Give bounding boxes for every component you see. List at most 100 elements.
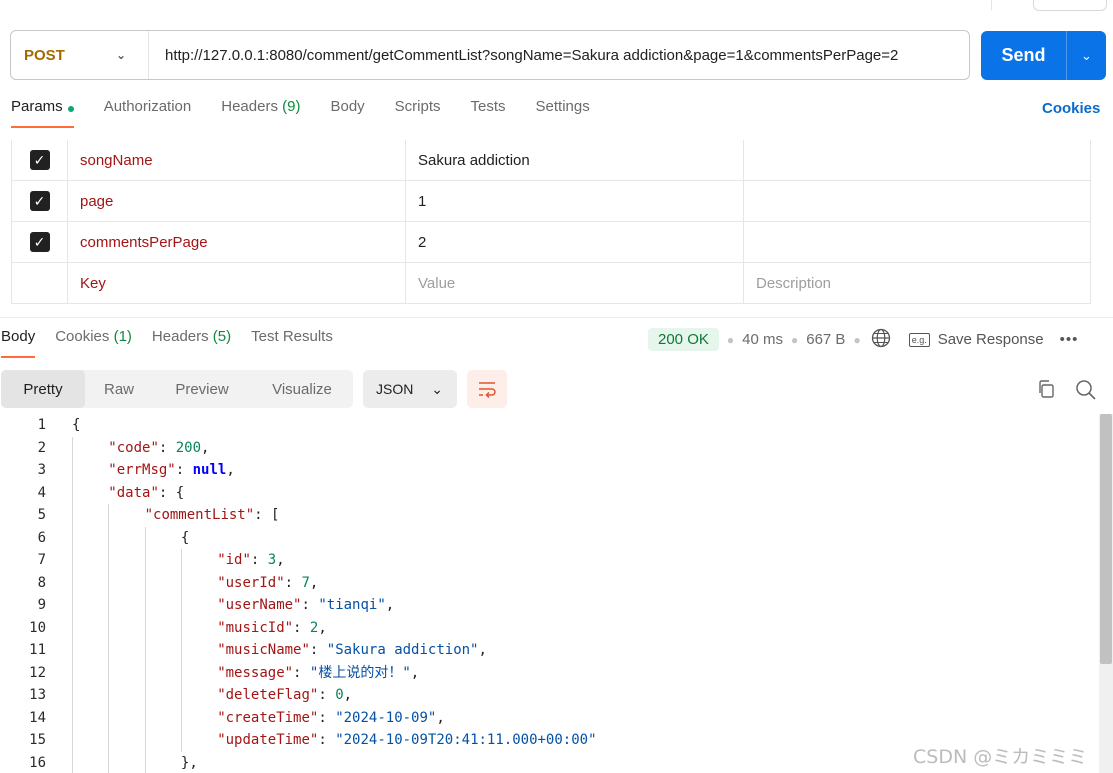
tab-preview[interactable]: Preview <box>153 370 251 408</box>
wrap-lines-button[interactable] <box>467 370 507 408</box>
tab-test-results[interactable]: Test Results <box>251 328 333 358</box>
param-checkbox[interactable]: ✓ <box>29 150 50 170</box>
line-number: 13 <box>29 687 46 703</box>
table-row: ✓ commentsPerPage 2 <box>11 221 1091 263</box>
indent-guide <box>144 639 146 662</box>
code-line: 13 "deleteFlag": 0, <box>0 684 1099 707</box>
param-value[interactable]: 2 <box>405 221 744 263</box>
response-time[interactable]: 40 ms <box>742 331 783 348</box>
json-string: "tianqi" <box>318 597 386 613</box>
json-punct: , <box>385 597 395 613</box>
param-key[interactable]: songName <box>67 140 406 181</box>
tab-headers[interactable]: Headers (9) <box>221 98 300 128</box>
line-number: 6 <box>37 529 46 546</box>
indent-guide <box>108 571 110 594</box>
tab-authorization[interactable]: Authorization <box>104 98 192 128</box>
code-line: 3 "errMsg": null, <box>0 459 1099 482</box>
param-key[interactable]: commentsPerPage <box>67 221 406 263</box>
tab-visualize[interactable]: Visualize <box>251 370 353 408</box>
url-input[interactable] <box>149 30 969 80</box>
copy-icon[interactable] <box>1036 379 1056 404</box>
tab-response-cookies[interactable]: Cookies (1) <box>55 328 132 358</box>
code-line: 7 "id": 3, <box>0 549 1099 572</box>
tab-settings[interactable]: Settings <box>536 98 590 128</box>
save-response-button[interactable]: e.g. Save Response <box>908 331 1044 348</box>
indent-guide <box>72 751 73 773</box>
line-number: 5 <box>37 507 46 523</box>
globe-icon[interactable] <box>871 328 891 352</box>
status-badge[interactable]: 200 OK <box>648 328 719 351</box>
more-options-icon[interactable]: ••• <box>1060 331 1079 348</box>
param-checkbox[interactable]: ✓ <box>29 232 50 252</box>
json-punct: , <box>309 574 319 591</box>
json-key: "userName" <box>217 597 302 613</box>
indent-guide <box>180 639 182 662</box>
line-number: 11 <box>29 642 46 658</box>
scrollbar-thumb[interactable] <box>1100 414 1112 664</box>
indent-guide <box>144 751 146 773</box>
new-key-input[interactable]: Key <box>67 262 406 304</box>
new-description-input[interactable]: Description <box>743 262 1091 304</box>
tab-params[interactable]: Params <box>11 98 74 128</box>
tab-response-body[interactable]: Body <box>1 328 36 358</box>
watermark: CSDN @ミカミミミ <box>913 746 1088 768</box>
response-body-viewer[interactable]: 1{2 "code": 200, 3 "errMsg": null, 4 "data": … <box>0 414 1099 773</box>
code-text: "musicId": 2, <box>217 617 327 640</box>
json-punct: : <box>175 462 193 478</box>
view-mode-tabs: Pretty Raw Preview Visualize <box>1 370 353 408</box>
send-options-chevron-icon[interactable]: ⌄ <box>1067 31 1106 80</box>
indent-guide <box>108 706 110 729</box>
json-string: "楼上说的对！" <box>309 664 411 681</box>
param-checkbox[interactable]: ✓ <box>29 191 50 211</box>
table-row: Key Value Description <box>11 262 1091 304</box>
json-punct: : <box>301 597 319 613</box>
param-description[interactable] <box>743 180 1091 222</box>
tab-tests[interactable]: Tests <box>471 98 506 128</box>
cookies-link[interactable]: Cookies <box>1042 100 1100 117</box>
code-text: { <box>72 414 80 437</box>
json-number: 3 <box>267 552 277 568</box>
code-text: "data": { <box>108 482 184 505</box>
indent-guide <box>144 661 146 684</box>
tab-raw[interactable]: Raw <box>85 370 153 408</box>
search-icon[interactable] <box>1075 379 1097 406</box>
json-punct: : <box>158 439 176 456</box>
indent-guide <box>72 661 73 684</box>
chevron-down-icon: ⌄ <box>115 48 126 62</box>
json-punct: { <box>72 417 81 433</box>
line-number: 2 <box>37 439 46 456</box>
line-number: 4 <box>37 484 46 501</box>
param-value[interactable]: 1 <box>405 180 744 222</box>
line-number: 12 <box>29 664 46 681</box>
param-value[interactable]: Sakura addiction <box>405 140 744 181</box>
indent-guide <box>72 639 73 662</box>
new-value-input[interactable]: Value <box>405 262 744 304</box>
code-text: "userName": "tianqi", <box>217 594 394 617</box>
send-label: Send <box>1001 45 1046 65</box>
tab-body[interactable]: Body <box>330 98 364 128</box>
tab-scripts[interactable]: Scripts <box>395 98 441 128</box>
indent-guide <box>180 594 182 617</box>
response-status: 200 OK ● 40 ms ● 667 B ● e.g. Save Respon… <box>648 327 1078 352</box>
json-key: "commentList" <box>144 507 255 523</box>
param-description[interactable] <box>743 221 1091 263</box>
tab-response-headers[interactable]: Headers (5) <box>152 328 231 358</box>
method-select[interactable]: POST ⌄ <box>11 31 149 79</box>
response-size[interactable]: 667 B <box>806 331 845 348</box>
send-button[interactable]: Send ⌄ <box>981 31 1106 80</box>
indent-guide <box>180 616 182 639</box>
indent-guide <box>108 616 110 639</box>
json-punct: : [ <box>254 507 280 523</box>
json-punct: , <box>436 709 445 726</box>
json-key: "userId" <box>217 574 285 591</box>
indent-guide <box>72 594 73 617</box>
line-number: 14 <box>29 709 46 726</box>
json-punct: : <box>250 552 268 568</box>
line-number: 10 <box>29 619 46 636</box>
param-description[interactable] <box>743 140 1091 181</box>
json-key: "musicName" <box>217 642 310 658</box>
language-select[interactable]: JSON ⌄ <box>363 370 457 408</box>
tab-pretty[interactable]: Pretty <box>1 370 85 408</box>
language-label: JSON <box>376 381 414 397</box>
param-key[interactable]: page <box>67 180 406 222</box>
